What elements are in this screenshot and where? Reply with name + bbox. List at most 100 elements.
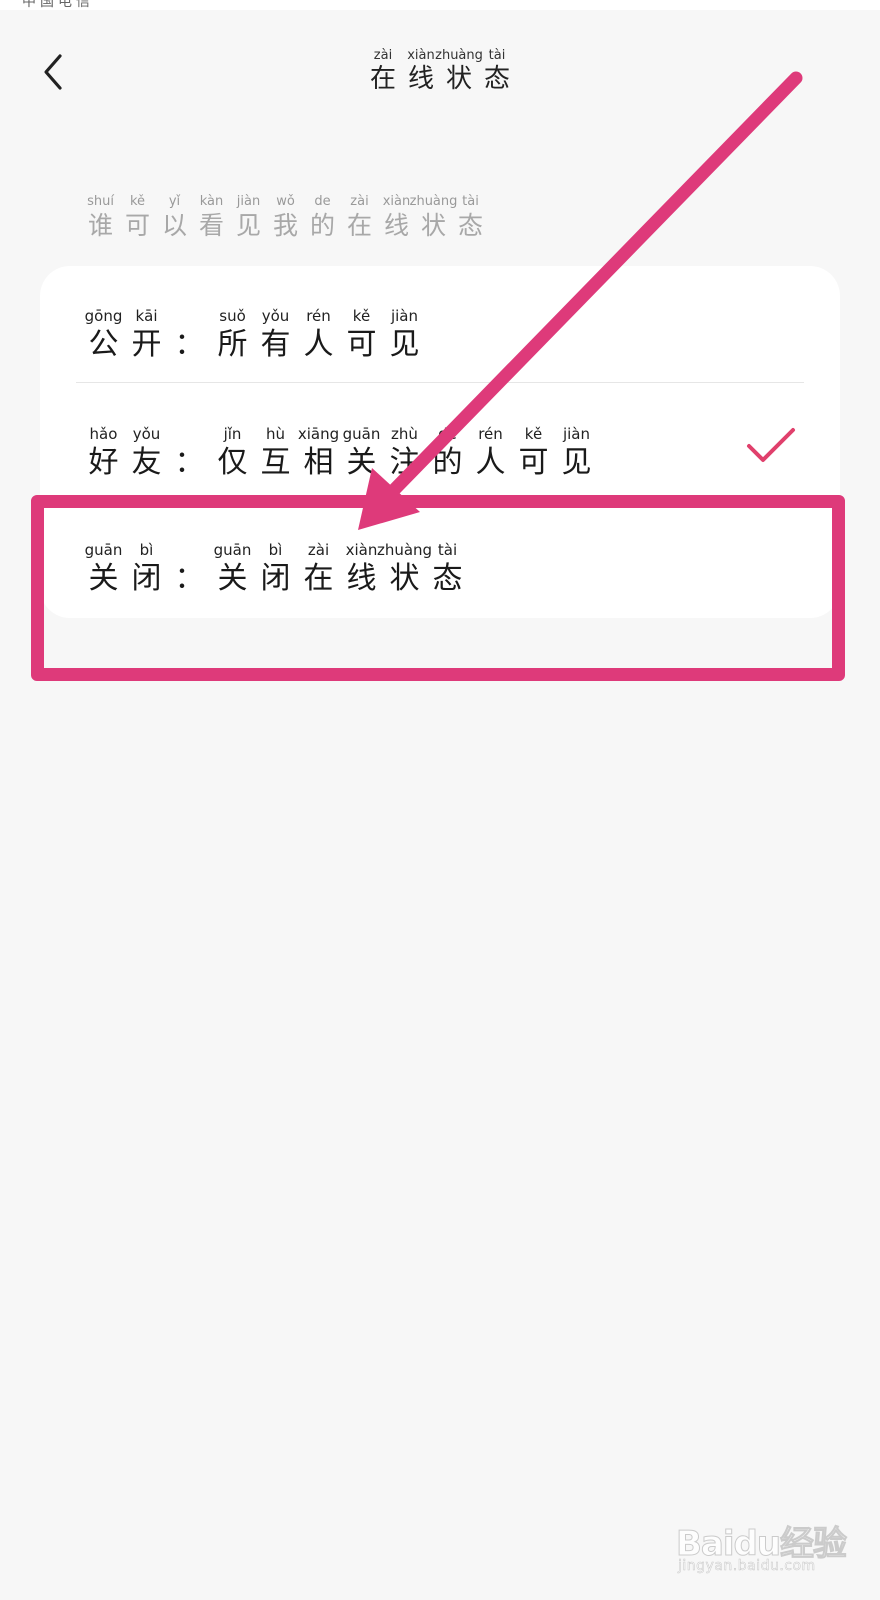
- pinyin: shuí: [87, 194, 114, 209]
- char: zhuàng 状: [435, 49, 483, 92]
- hanzi: 见: [389, 327, 420, 362]
- pinyin: wǒ: [276, 194, 295, 209]
- char: wǒ 我: [267, 195, 304, 238]
- char: rén 人: [297, 309, 340, 360]
- pinyin: [187, 427, 192, 442]
- pinyin: yǒu: [261, 307, 290, 325]
- pinyin: yǒu: [132, 425, 161, 443]
- char: guān 关: [340, 427, 383, 478]
- hanzi: ：: [174, 327, 205, 362]
- hanzi: 在: [369, 64, 396, 94]
- char: jiàn 见: [383, 309, 426, 360]
- char: zhù 注: [383, 427, 426, 478]
- char: ：: [168, 309, 211, 360]
- hanzi: 所: [217, 327, 248, 362]
- divider: [76, 382, 804, 383]
- char: ：: [168, 543, 211, 594]
- char: guān 关: [82, 543, 125, 594]
- char: xiāng 相: [297, 427, 340, 478]
- hanzi: 关: [346, 445, 377, 480]
- char: hǎo 好: [82, 427, 125, 478]
- pinyin: rén: [306, 307, 331, 325]
- pinyin: zhuàng: [435, 48, 483, 63]
- pinyin: kě: [352, 307, 371, 325]
- page-title: zài 在 xiàn 线 zhuàng 状 tài 态: [364, 49, 516, 92]
- char: suǒ 所: [211, 309, 254, 360]
- pinyin: bì: [139, 541, 154, 559]
- section-label: shuí 谁 kě 可 yǐ 以 kàn 看 jiàn 见 wǒ 我 de 的 zài 在 xiàn 线 zhuàn…: [82, 190, 489, 238]
- hanzi: 公: [88, 327, 119, 362]
- hanzi: 态: [432, 561, 463, 596]
- char: kě 可: [340, 309, 383, 360]
- char: zài 在: [297, 543, 340, 594]
- hanzi: 有: [260, 327, 291, 362]
- char: zài 在: [364, 49, 402, 92]
- visibility-options-card: gōng 公 kāi 开 ： suǒ 所 yǒu 有 rén 人 kě 可 jiàn 见 hǎo 好 yǒu 友…: [40, 266, 840, 618]
- hanzi: 的: [309, 211, 335, 240]
- char: jǐn 仅: [211, 427, 254, 478]
- char: de 的: [426, 427, 469, 478]
- hanzi: ：: [174, 561, 205, 596]
- hanzi: 可: [346, 327, 377, 362]
- hanzi: 线: [383, 211, 409, 240]
- option-friends-label: hǎo 好 yǒu 友 ： jǐn 仅 hù 互 xiāng 相 guān 关 zhù 注 de 的 rén 人 k…: [82, 427, 598, 478]
- char: yǐ 以: [156, 195, 193, 238]
- pinyin: zài: [307, 541, 330, 559]
- pinyin: yǐ: [168, 194, 181, 209]
- char: kàn 看: [193, 195, 230, 238]
- option-public-label: gōng 公 kāi 开 ： suǒ 所 yǒu 有 rén 人 kě 可 jiàn 见: [82, 309, 426, 360]
- pinyin: zhuàng: [376, 541, 433, 559]
- hanzi: 可: [518, 445, 549, 480]
- hanzi: 以: [161, 211, 187, 240]
- checkmark-icon: [747, 428, 795, 462]
- option-off[interactable]: guān 关 bì 闭 ： guān 关 bì 闭 zài 在 xiàn 线 zhuàng 状 tài 态: [40, 502, 840, 618]
- option-friends[interactable]: hǎo 好 yǒu 友 ： jǐn 仅 hù 互 xiāng 相 guān 关 zhù 注 de 的 rén 人 k…: [40, 384, 840, 502]
- pinyin: kāi: [135, 307, 158, 325]
- pinyin: de: [314, 194, 331, 209]
- pinyin: zài: [373, 48, 393, 63]
- hanzi: 仅: [217, 445, 248, 480]
- pinyin: xiàn: [407, 48, 435, 63]
- hanzi: 可: [124, 211, 150, 240]
- pinyin: suǒ: [219, 307, 246, 325]
- option-public[interactable]: gōng 公 kāi 开 ： suǒ 所 yǒu 有 rén 人 kě 可 jiàn 见: [40, 266, 840, 384]
- hanzi: 我: [272, 211, 298, 240]
- hanzi: 线: [346, 561, 377, 596]
- pinyin: zhù: [391, 425, 418, 443]
- pinyin: hǎo: [89, 425, 118, 443]
- carrier-name: 中国电信: [22, 0, 94, 10]
- hanzi: 人: [303, 327, 334, 362]
- watermark-url: jingyan.baidu.com: [678, 1558, 816, 1575]
- char: tài 态: [426, 543, 469, 594]
- hanzi: 关: [88, 561, 119, 596]
- char: shuí 谁: [82, 195, 119, 238]
- pinyin: gōng: [84, 307, 123, 325]
- hanzi: 见: [561, 445, 592, 480]
- char: zhuàng 状: [377, 543, 432, 594]
- pinyin: jiàn: [562, 425, 591, 443]
- pinyin: zhuàng: [409, 194, 458, 209]
- char: zhuàng 状: [410, 195, 458, 238]
- annotation-arrow: [358, 71, 803, 530]
- pinyin: [187, 543, 192, 558]
- pinyin: tài: [462, 194, 479, 209]
- char: jiàn 见: [555, 427, 598, 478]
- hanzi: 看: [198, 211, 224, 240]
- hanzi: 线: [407, 64, 434, 94]
- char: ：: [168, 427, 211, 478]
- char: tài 态: [452, 195, 489, 238]
- hanzi: 谁: [87, 211, 113, 240]
- status-bar: 中国电信: [0, 0, 880, 10]
- char: kāi 开: [125, 309, 168, 360]
- char: guān 关: [211, 543, 254, 594]
- pinyin: zài: [350, 194, 369, 209]
- hanzi: 关: [217, 561, 248, 596]
- hanzi: 在: [346, 211, 372, 240]
- char: bì 闭: [254, 543, 297, 594]
- hanzi: 注: [389, 445, 420, 480]
- pinyin: guān: [342, 425, 381, 443]
- baidu-watermark: Baidu经验 jingyan.baidu.com: [675, 1498, 856, 1578]
- hanzi: 闭: [260, 561, 291, 596]
- pinyin: tài: [437, 541, 458, 559]
- hanzi: 在: [303, 561, 334, 596]
